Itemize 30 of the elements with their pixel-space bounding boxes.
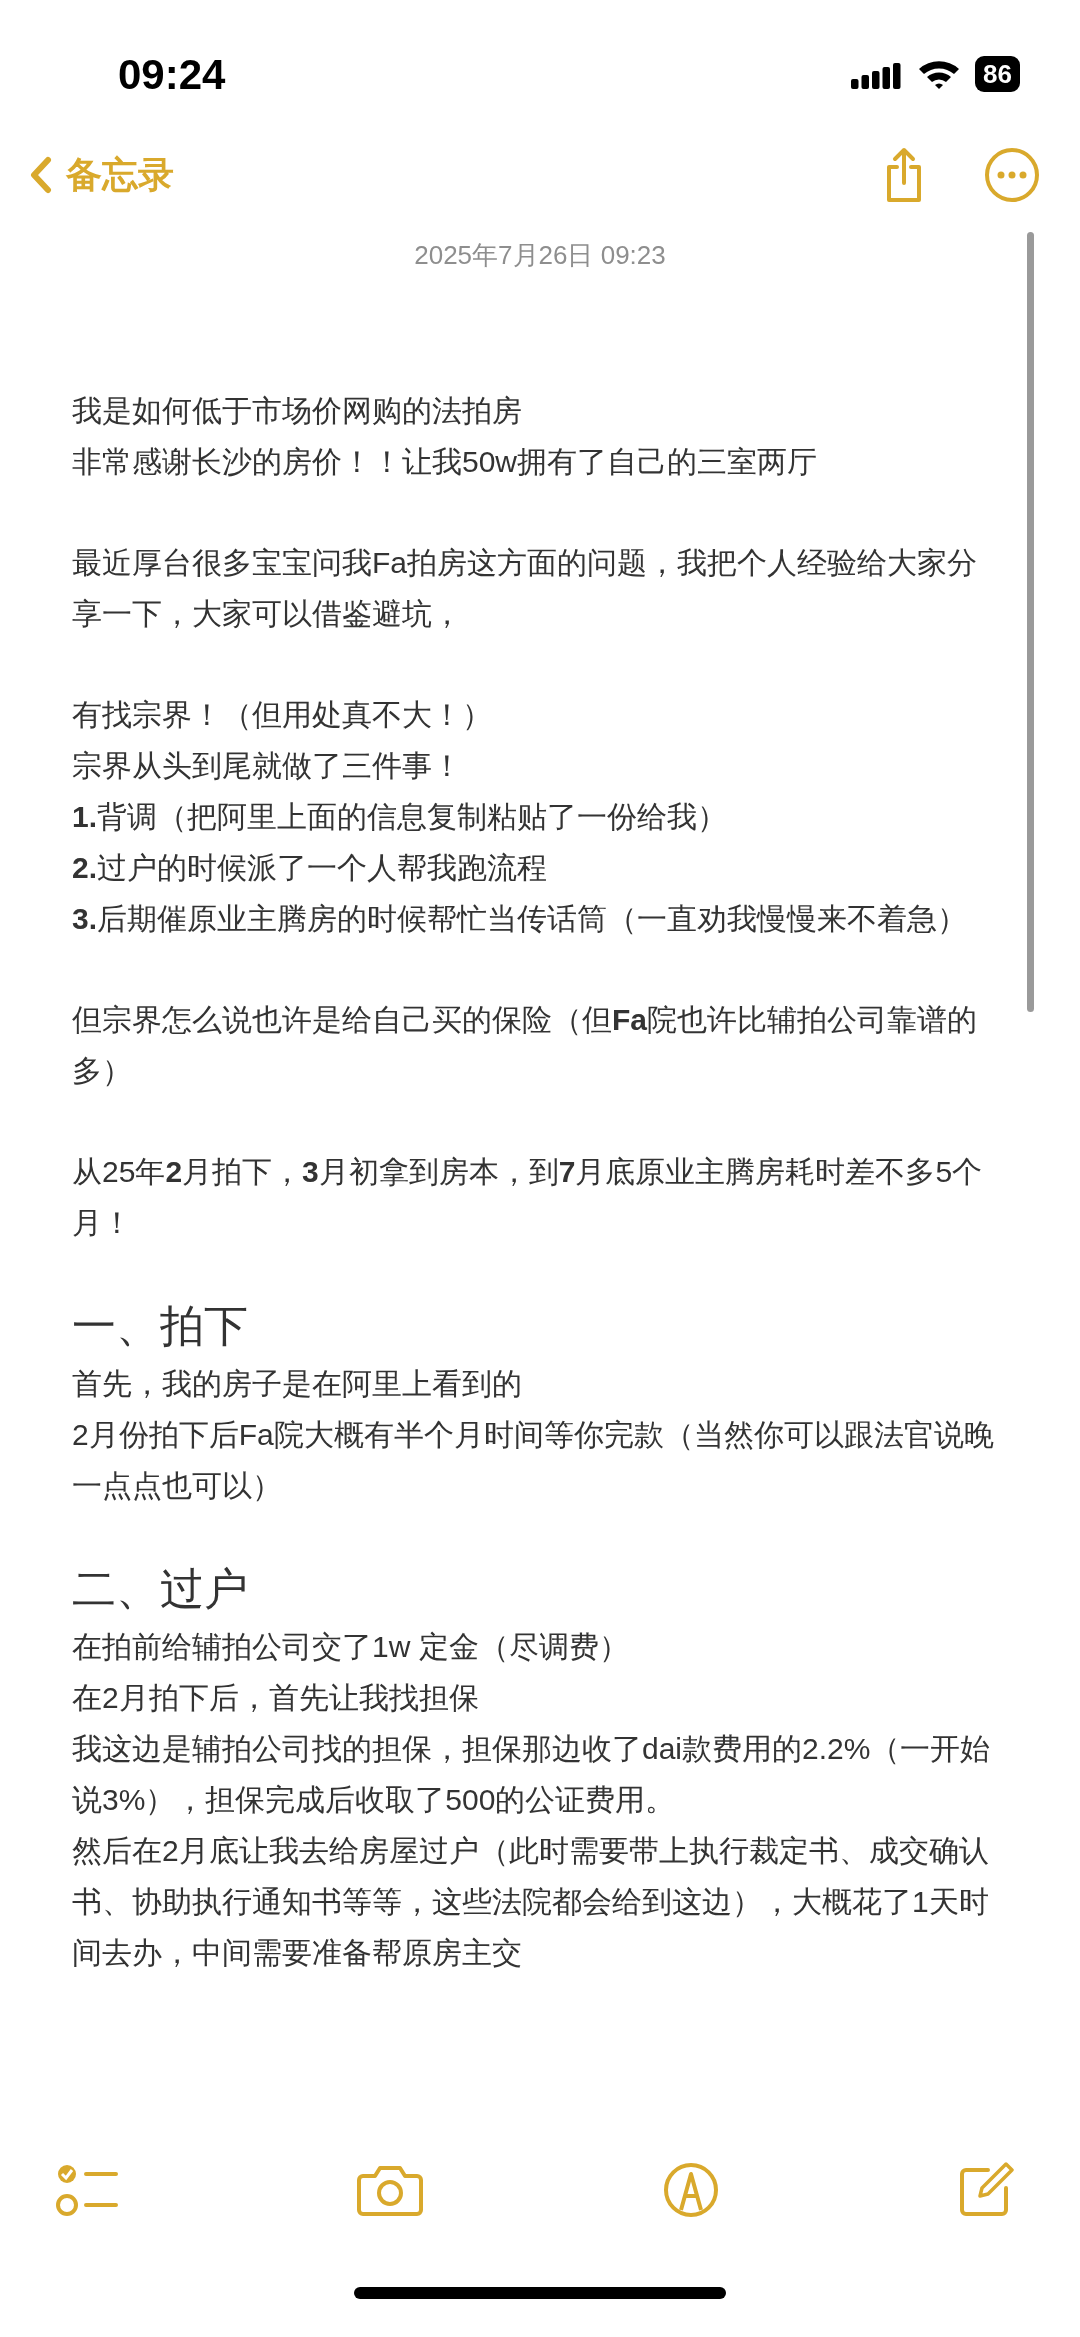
wifi-icon (917, 58, 962, 90)
note-text: 非常感谢长沙的房价！！让我50w拥有了自己的三室两厅 (72, 444, 819, 480)
share-icon[interactable] (884, 147, 924, 203)
note-text: 我是如何低于市场价网购的法拍房 (72, 393, 523, 429)
note-text: 宗界从头到尾就做了三件事！ (72, 748, 463, 784)
note-text: 有找宗界！（但用处真不大！） (72, 697, 493, 733)
note-text: 2.过户的时候派了一个人帮我跑流程 (72, 850, 549, 886)
markup-pen-icon[interactable] (662, 2162, 719, 2218)
back-button[interactable]: 备忘录 (30, 148, 174, 202)
note-text: 2月份拍下后Fa院大概有半个月时间等你完款（当然你可以跟法官说晚一点点也可以） (72, 1417, 995, 1504)
camera-icon[interactable] (357, 2164, 424, 2216)
checklist-icon[interactable] (56, 2163, 118, 2217)
note-text: 从25年2月拍下，3月初拿到房本，到7月底原业主腾房耗时差不多5个月！ (72, 1154, 984, 1241)
note-text: 首先，我的房子是在阿里上看到的 (72, 1366, 523, 1402)
compose-icon[interactable] (958, 2162, 1014, 2218)
note-text: 1.背调（把阿里上面的信息复制粘贴了一份给我） (72, 799, 729, 835)
note-text: 但宗界怎么说也许是给自己买的保险（但Fa院也许比辅拍公司靠谱的多） (72, 1002, 978, 1089)
note-text: 然后在2月底让我去给房屋过户（此时需要带上执行裁定书、成交确认书、协助执行通知书等等，这些法院都会给到这边），大概花了1天时间去办，中间需要准备帮原房主交 (72, 1833, 990, 1971)
note-text: 在拍前给辅拍公司交了1w 定金（尽调费） (72, 1629, 630, 1665)
note-text: 3.后期催原业主腾房的时候帮忙当传话筒（一直劝我慢慢来不着急） (72, 901, 969, 937)
more-icon[interactable] (984, 147, 1040, 203)
section-heading: 二、过户 (72, 1563, 249, 1615)
note-date: 2025年7月26日 09:23 (414, 239, 666, 272)
section-heading: 一、拍下 (72, 1300, 249, 1352)
chevron-left-icon (30, 156, 52, 194)
battery-icon: 86 (975, 56, 1020, 92)
note-text: 最近厚台很多宝宝问我Fa拍房这方面的问题，我把个人经验给大家分享一下，大家可以借鉴避坑， (72, 545, 978, 632)
note-text: 在2月拍下后，首先让我找担保 (72, 1680, 480, 1716)
note-text: 我这边是辅拍公司找的担保，担保那边收了dai款费用的2.2%（一开始说3%），担保完成后收取了500的公证费用。 (72, 1731, 992, 1818)
status-time: 09:24 (118, 49, 226, 100)
